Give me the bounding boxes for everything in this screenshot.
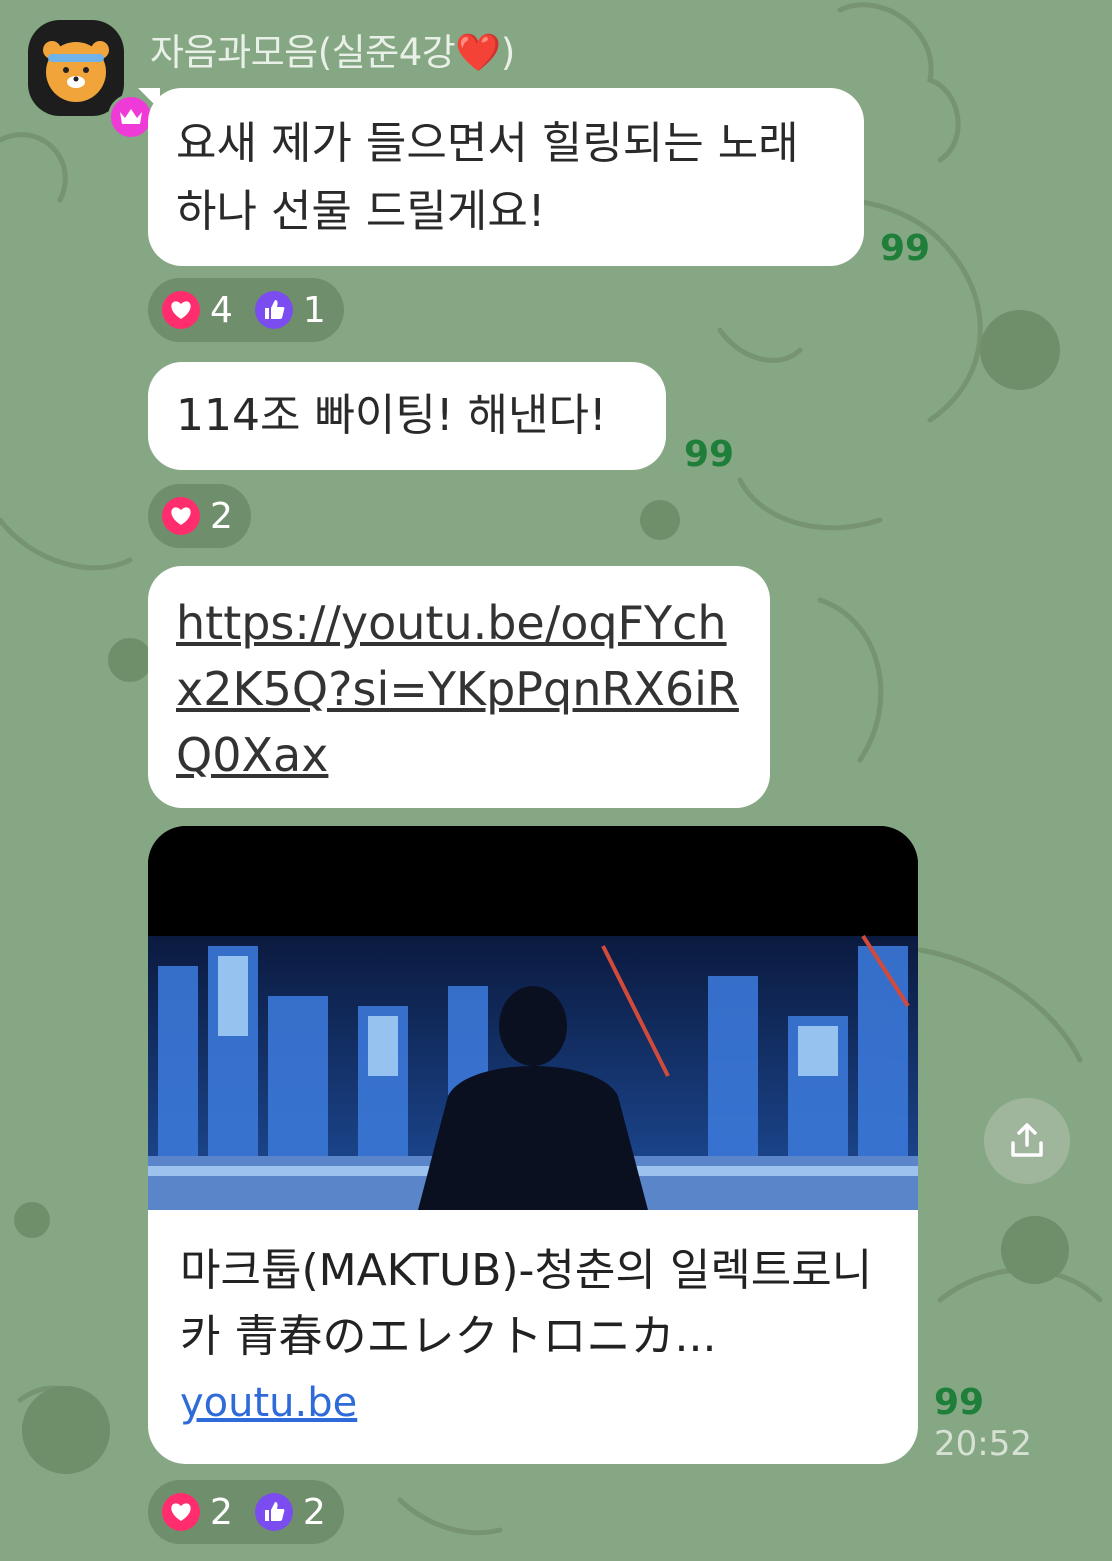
heart-reaction-icon [162, 291, 200, 329]
like-reaction-icon [254, 291, 293, 329]
video-thumbnail [148, 826, 918, 1210]
sender-name-close: ) [500, 31, 515, 74]
message-text: 요새 제가 들으면서 힐링되는 노래 하나 선물 드릴게요! [176, 118, 799, 237]
message-link[interactable]: https://youtu.be/oqFYchx2K5Q?si=YKpPqnRX… [176, 590, 742, 788]
sender-name: 자음과모음(실준4강❤️) [150, 22, 515, 76]
heart-emoji: ❤️ [455, 31, 501, 74]
heart-count: 4 [210, 289, 233, 331]
message-bubble[interactable]: 요새 제가 들으면서 힐링되는 노래 하나 선물 드릴게요! [148, 88, 864, 266]
ryan-character-icon [43, 41, 109, 102]
message-time: 20:52 [934, 1424, 1032, 1464]
heart-count: 2 [210, 495, 233, 537]
message-bubble[interactable]: 114조 빠이팅! 해낸다! [148, 362, 666, 470]
unread-count: 99 [880, 228, 931, 269]
like-count: 1 [302, 289, 326, 331]
link-preview-domain[interactable]: youtu.be [180, 1380, 357, 1426]
message-text: 114조 빠이팅! 해낸다! [176, 390, 607, 441]
unread-count: 99 [934, 1382, 985, 1423]
sender-name-text: 자음과모음(실준4강 [150, 31, 456, 74]
link-preview-card[interactable]: 마크툽(MAKTUB)-청춘의 일렉트로니카 青春のエレクトロニカ... you… [148, 826, 918, 1464]
link-preview-title: 마크툽(MAKTUB)-청춘의 일렉트로니카 青春のエレクトロニカ... [180, 1245, 873, 1362]
like-reaction-icon [254, 1493, 293, 1531]
unread-count: 99 [684, 434, 735, 475]
share-icon [1011, 1123, 1043, 1157]
reaction-bar[interactable]: 2 [148, 484, 251, 548]
heart-count: 2 [210, 1491, 233, 1533]
sender-avatar[interactable] [28, 20, 154, 140]
reaction-bar[interactable]: 2 2 [148, 1480, 344, 1544]
share-button[interactable] [984, 1098, 1070, 1184]
heart-reaction-icon [162, 1493, 200, 1531]
heart-reaction-icon [162, 497, 200, 535]
reaction-bar[interactable]: 4 1 [148, 278, 344, 342]
message-bubble[interactable]: https://youtu.be/oqFYchx2K5Q?si=YKpPqnRX… [148, 566, 770, 808]
like-count: 2 [302, 1491, 326, 1533]
